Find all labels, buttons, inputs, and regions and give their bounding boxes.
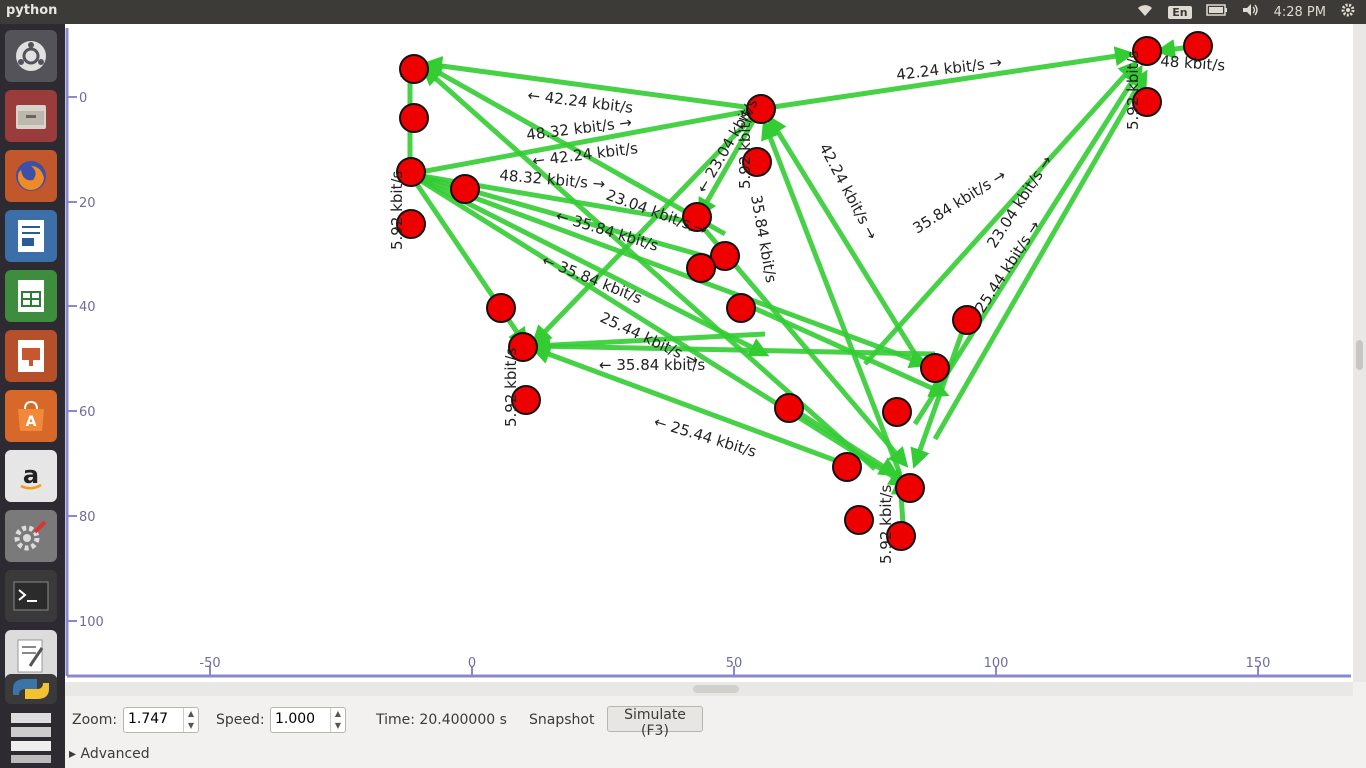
link-label: 5.92 kbit/s <box>388 171 406 250</box>
app-window: 0 20 40 60 80 100 -50 0 50 100 150 ← 42.… <box>65 24 1366 768</box>
x-tick-label: 0 <box>468 656 476 671</box>
workspaces-icon[interactable] <box>5 708 57 764</box>
keyboard-language-icon[interactable]: En <box>1168 5 1192 19</box>
vertical-scrollbar[interactable] <box>1353 24 1366 682</box>
software-center-icon[interactable]: A <box>5 390 57 442</box>
y-tick-label: 0 <box>79 91 87 106</box>
y-tick-label: 80 <box>79 510 96 525</box>
network-links <box>400 39 1199 525</box>
x-tick-label: 100 <box>984 656 1009 671</box>
speed-input[interactable] <box>275 710 327 728</box>
link-label: ← 35.84 kbit/s <box>599 356 705 374</box>
zoom-input[interactable] <box>128 710 180 728</box>
clock[interactable]: 4:28 PM <box>1274 5 1326 20</box>
y-tick-label: 40 <box>79 300 96 315</box>
horizontal-scrollbar[interactable] <box>65 682 1353 696</box>
zoom-stepper[interactable]: ▲ ▼ <box>183 708 198 732</box>
link-label: 35.84 kbit/s <box>747 194 780 285</box>
battery-icon[interactable] <box>1205 4 1228 20</box>
x-tick-label: 50 <box>726 656 743 671</box>
link-label: 48.32 kbit/s → <box>499 166 606 193</box>
link-label: ← 25.44 kbit/s <box>652 413 759 461</box>
speed-stepper[interactable]: ▲ ▼ <box>330 708 345 732</box>
node[interactable] <box>895 473 925 503</box>
node[interactable] <box>399 54 429 84</box>
link-label: ← 35.84 kbit/s <box>540 251 645 308</box>
node[interactable] <box>774 393 804 423</box>
node[interactable] <box>882 397 912 427</box>
link-label: 5.92 kbit/s <box>877 485 895 564</box>
y-tick-label: 20 <box>79 196 96 211</box>
link-label: 5.92 kbit/s <box>502 348 520 427</box>
speed-label: Speed: <box>216 712 265 728</box>
top-panel: python En 4:28 PM <box>0 0 1366 24</box>
time-readout: Time: 20.400000 s <box>376 712 507 728</box>
simulate-button[interactable]: Simulate (F3) <box>607 706 703 739</box>
link-arrow <box>932 69 1148 441</box>
node[interactable] <box>486 293 516 323</box>
x-axis-ticks: -50 0 50 100 150 <box>199 656 1270 676</box>
svg-text:A: A <box>26 414 37 430</box>
system-settings-icon[interactable] <box>5 510 57 562</box>
network-nodes <box>396 31 1213 551</box>
app-title: python <box>6 3 58 18</box>
libreoffice-writer-icon[interactable] <box>5 210 57 262</box>
gear-icon[interactable] <box>1340 2 1356 22</box>
advanced-label: Advanced <box>80 746 150 762</box>
node[interactable] <box>399 103 429 133</box>
link-label: 48 kbit/s <box>1160 52 1226 75</box>
wifi-icon[interactable] <box>1136 3 1154 21</box>
vertical-scrollbar-thumb[interactable] <box>1356 340 1363 370</box>
link-label: 42.24 kbit/s → <box>815 140 881 242</box>
y-tick-label: 60 <box>79 405 96 420</box>
launcher: A a <box>0 24 65 768</box>
libreoffice-calc-icon[interactable] <box>5 270 57 322</box>
y-axis-ticks: 0 20 40 60 80 100 <box>67 91 104 630</box>
indicator-area: En 4:28 PM <box>1136 2 1356 22</box>
horizontal-scrollbar-thumb[interactable] <box>693 685 739 693</box>
node[interactable] <box>726 293 756 323</box>
files-icon[interactable] <box>5 90 57 142</box>
x-tick-label: 150 <box>1246 656 1271 671</box>
node[interactable] <box>450 174 480 204</box>
expander-arrow-icon: ▸ <box>69 746 77 762</box>
snapshot-button[interactable]: Snapshot <box>529 712 594 728</box>
zoom-spinbox[interactable]: ▲▼ <box>123 707 199 733</box>
controls-bar: Zoom: ▲▼ Speed: ▲▼ Time: 20.400000 s Sna… <box>65 700 1366 740</box>
amazon-icon[interactable]: a <box>5 450 57 502</box>
node[interactable] <box>686 253 716 283</box>
topology-canvas[interactable]: 0 20 40 60 80 100 -50 0 50 100 150 ← 42.… <box>65 24 1353 682</box>
node[interactable] <box>844 505 874 535</box>
zoom-label: Zoom: <box>72 712 118 728</box>
link-label: 5.92 kbit/s <box>1124 51 1142 130</box>
libreoffice-impress-icon[interactable] <box>5 330 57 382</box>
ubuntu-dash-icon[interactable] <box>5 30 57 82</box>
y-tick-label: 100 <box>79 615 104 630</box>
link-label: 5.92 kbit/s <box>736 110 754 189</box>
link-label: 48.32 kbit/s → <box>525 113 633 144</box>
node[interactable] <box>920 353 950 383</box>
speed-spinbox[interactable]: ▲▼ <box>270 707 346 733</box>
x-tick-label: -50 <box>199 656 220 671</box>
terminal-icon[interactable] <box>5 570 57 622</box>
advanced-expander[interactable]: ▸ Advanced <box>69 746 150 762</box>
volume-icon[interactable] <box>1242 3 1260 21</box>
python-icon[interactable] <box>5 674 57 704</box>
node[interactable] <box>832 452 862 482</box>
firefox-icon[interactable] <box>5 150 57 202</box>
svg-text:a: a <box>23 461 39 489</box>
